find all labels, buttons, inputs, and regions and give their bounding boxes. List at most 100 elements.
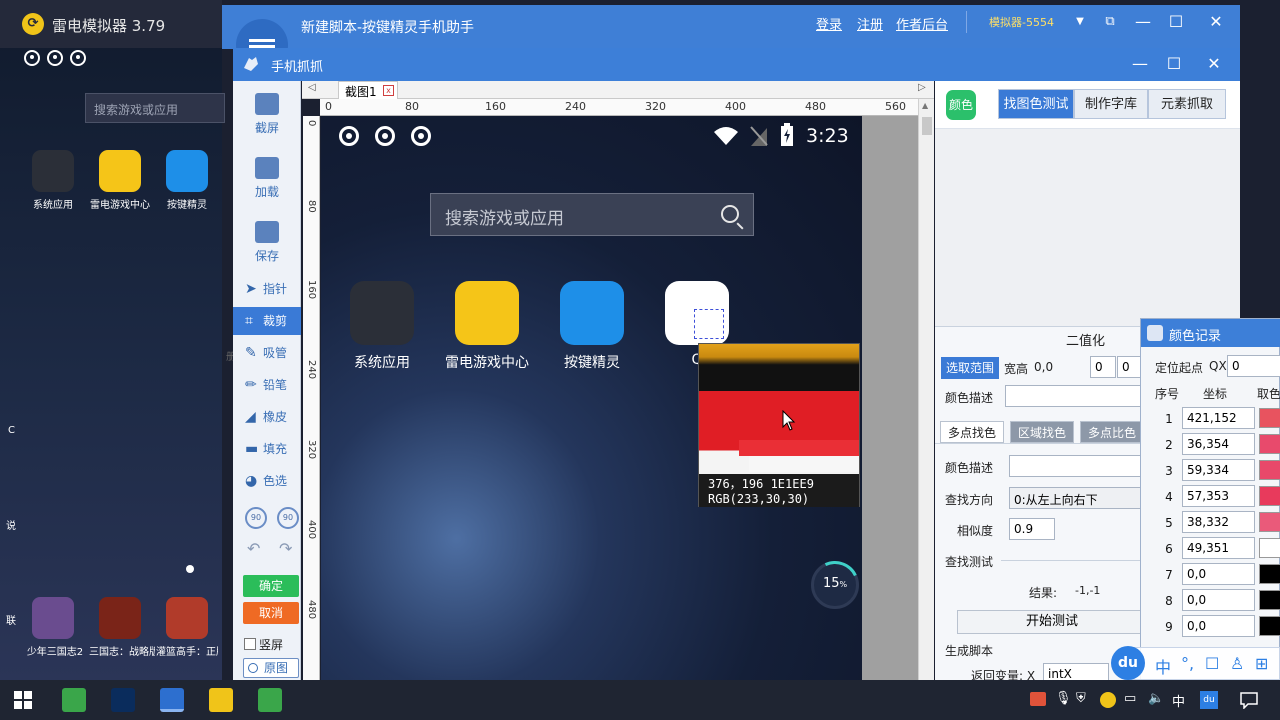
select-range-button[interactable]: 选取范围: [941, 357, 999, 379]
tab-2[interactable]: 元素抓取: [1148, 89, 1226, 119]
volume-icon[interactable]: 🔈: [1148, 691, 1164, 706]
tool-label: 吸管: [263, 346, 288, 360]
game-icon[interactable]: [32, 597, 74, 639]
tool-pointer[interactable]: ➤ 指针: [233, 275, 301, 303]
phone-app-icon[interactable]: [560, 281, 624, 345]
threshold-input-1[interactable]: 0: [1090, 356, 1116, 378]
speed-ball-number: 15: [823, 576, 840, 591]
phone-app-label: 雷电游戏中心: [445, 355, 529, 371]
camtasia-icon[interactable]: [62, 688, 86, 712]
ldplayer-tray-icon[interactable]: [1100, 692, 1116, 708]
tool-eraser[interactable]: ◢ 橡皮: [233, 403, 301, 431]
grid-icon[interactable]: ⊞: [1255, 654, 1268, 673]
notification-center-icon[interactable]: [1240, 691, 1258, 709]
close-icon[interactable]: ✕: [1201, 51, 1227, 77]
row-coord-input[interactable]: 0,0: [1182, 563, 1255, 585]
portrait-checkbox[interactable]: [244, 638, 256, 650]
color-desc-input-2[interactable]: [1009, 455, 1145, 477]
minimize-icon[interactable]: —: [1127, 51, 1153, 77]
row-coord-input[interactable]: 421,152: [1182, 407, 1255, 429]
tab-1[interactable]: 制作字库: [1074, 89, 1148, 119]
phone-app-icon[interactable]: [350, 281, 414, 345]
security-icon[interactable]: ⛨: [1076, 691, 1086, 706]
keyboard-icon[interactable]: ☐: [1205, 654, 1219, 673]
tool-fill[interactable]: ▬ 填充: [233, 435, 301, 463]
tray-app-icon[interactable]: [1030, 692, 1046, 706]
register-link[interactable]: 注册: [857, 14, 883, 33]
maximize-icon[interactable]: ☐: [1163, 9, 1189, 35]
restore-icon[interactable]: ⧉: [1097, 9, 1123, 35]
qx-input[interactable]: 0: [1227, 355, 1280, 377]
tab-screenshot-1[interactable]: 截图1 x: [338, 81, 398, 99]
row-coord-input[interactable]: 59,334: [1182, 459, 1255, 481]
ime-lang-toggle[interactable]: 中: [1155, 654, 1171, 678]
tool-save-button[interactable]: 保存: [233, 221, 301, 264]
subtab-1[interactable]: 区域找色: [1010, 421, 1074, 443]
game-icon[interactable]: [99, 597, 141, 639]
row-coord-input[interactable]: 36,354: [1182, 433, 1255, 455]
vertical-scrollbar[interactable]: ▲: [918, 99, 934, 680]
windows-start-icon[interactable]: [14, 691, 32, 709]
rotate-right-icon[interactable]: 90: [277, 507, 299, 529]
phone-search-input[interactable]: 搜索游戏或应用: [430, 193, 754, 236]
row-index: 2: [1165, 438, 1173, 452]
minimize-icon[interactable]: —: [1130, 9, 1156, 35]
row-coord-input[interactable]: 49,351: [1182, 537, 1255, 559]
color-desc-input[interactable]: [1005, 385, 1145, 407]
start-test-button[interactable]: 开始测试: [957, 610, 1147, 634]
punctuation-icon[interactable]: °,: [1181, 654, 1194, 673]
baidu-ime-tray-icon[interactable]: du: [1200, 691, 1218, 709]
emulator-search-input[interactable]: 搜索游戏或应用: [85, 93, 225, 123]
tool-eyedropper[interactable]: ✎ 吸管: [233, 339, 301, 367]
camtasia-recorder-icon[interactable]: [258, 688, 282, 712]
tool-palette[interactable]: ◕ 色选: [233, 467, 301, 495]
origin-label: 定位起点: [1155, 361, 1204, 375]
subtab-0[interactable]: 多点找色: [940, 421, 1004, 443]
redo-icon[interactable]: ↷: [279, 539, 292, 558]
subtab-2[interactable]: 多点比色: [1080, 421, 1144, 443]
cancel-button[interactable]: 取消: [243, 602, 299, 624]
display-icon[interactable]: ▭: [1124, 691, 1136, 706]
tool-crop[interactable]: ⌗ 裁剪: [233, 307, 301, 335]
user-icon[interactable]: ♙: [1230, 654, 1244, 673]
system-apps-icon[interactable]: [32, 150, 74, 192]
microphone-icon[interactable]: 🎙: [1055, 691, 1072, 706]
tab-scroll-right-icon[interactable]: ▷: [918, 82, 926, 93]
selection-box[interactable]: [694, 309, 724, 339]
game-center-icon[interactable]: [99, 150, 141, 192]
row-coord-input[interactable]: 57,353: [1182, 485, 1255, 507]
tool-pencil[interactable]: ✏ 铅笔: [233, 371, 301, 399]
chevron-down-icon[interactable]: ▼: [1067, 9, 1093, 35]
scroll-up-icon[interactable]: ▲: [922, 101, 928, 110]
robot-icon[interactable]: [166, 150, 208, 192]
rotate-left-icon[interactable]: 90: [245, 507, 267, 529]
simulator-select[interactable]: 模拟器-5554: [989, 14, 1054, 30]
confirm-button[interactable]: 确定: [243, 575, 299, 597]
game-icon[interactable]: [166, 597, 208, 639]
scroll-thumb[interactable]: [922, 117, 932, 135]
tool-load-button[interactable]: 加载: [233, 157, 301, 200]
color-button[interactable]: 颜色: [946, 90, 976, 120]
row-coord-input[interactable]: 38,332: [1182, 511, 1255, 533]
undo-icon[interactable]: ↶: [247, 539, 260, 558]
ldplayer-icon[interactable]: [209, 688, 233, 712]
row-coord-input[interactable]: 0,0: [1182, 589, 1255, 611]
row-coord-input[interactable]: 0,0: [1182, 615, 1255, 637]
tab-0[interactable]: 找图色测试: [998, 89, 1074, 119]
baidu-ime-logo-icon[interactable]: du: [1111, 646, 1145, 680]
grab-tool-icon[interactable]: [160, 688, 184, 712]
direction-select[interactable]: 0:从左上向右下: [1009, 487, 1145, 509]
edge-char: 联: [6, 616, 16, 627]
input-lang[interactable]: 中: [1172, 691, 1185, 710]
tool-camera-button[interactable]: 截屏: [233, 93, 301, 136]
similarity-input[interactable]: 0.9: [1009, 518, 1055, 540]
photoshop-icon[interactable]: [111, 688, 135, 712]
login-link[interactable]: 登录: [816, 14, 842, 33]
phone-app-icon[interactable]: [455, 281, 519, 345]
tab-scroll-left-icon[interactable]: ◁: [308, 82, 316, 93]
close-tab-icon[interactable]: x: [383, 85, 394, 96]
author-backend-link[interactable]: 作者后台: [896, 14, 948, 33]
maximize-icon[interactable]: ☐: [1161, 51, 1187, 77]
close-icon[interactable]: ✕: [1203, 9, 1229, 35]
tool-label: 色选: [263, 474, 288, 488]
